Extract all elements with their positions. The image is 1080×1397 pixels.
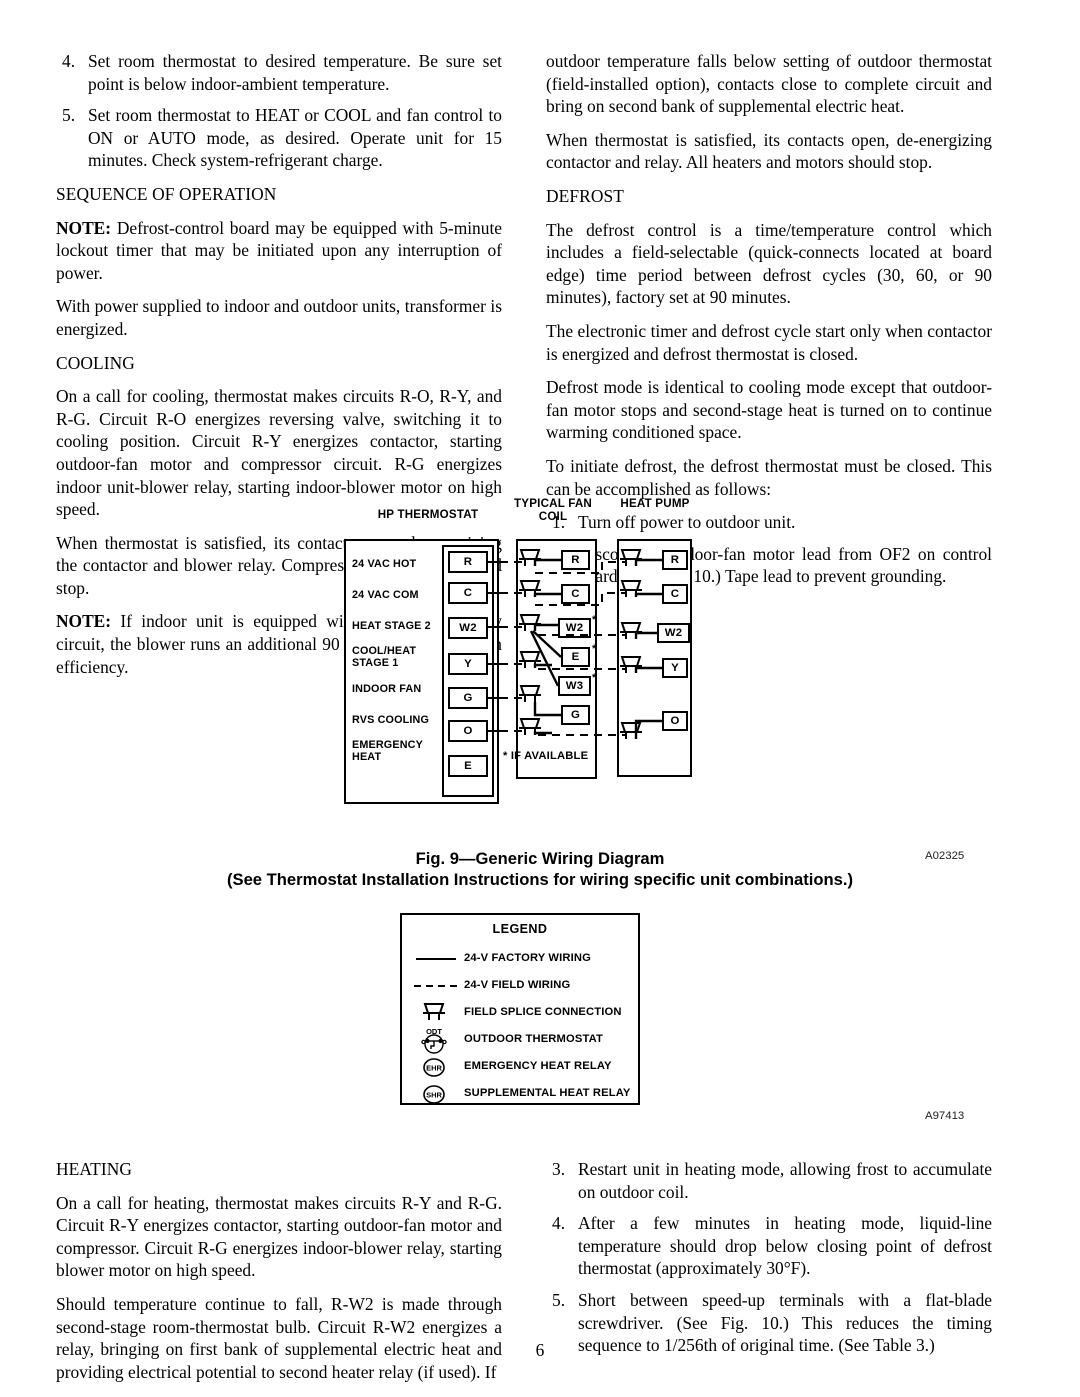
legend-label-emergency-heat-relay: EMERGENCY HEAT RELAY [464, 1060, 612, 1072]
legend-row-field-wiring: 24-V FIELD WIRING [402, 973, 638, 1000]
heading-defrost: DEFROST [546, 185, 625, 206]
outdoor-thermostat-icon: ODT [410, 1027, 462, 1054]
legend-row-outdoor-thermostat: ODT OUTDOOR THERMOSTAT [402, 1027, 638, 1054]
document-page: 4. Set room thermostat to desired temper… [0, 0, 1080, 1397]
note-paragraph-1: NOTE: Defrost-control board may be equip… [56, 217, 502, 285]
right-column-bottom: 3. Restart unit in heating mode, allowin… [546, 1158, 992, 1368]
legend-row-factory-wiring: 24-V FACTORY WIRING [402, 946, 638, 973]
list-item-number: 5. [552, 1289, 566, 1310]
dashed-line-icon [410, 973, 462, 1000]
right-bottom-numbered-list: 3. Restart unit in heating mode, allowin… [546, 1158, 992, 1357]
paragraph-heating-1: On a call for heating, thermostat makes … [56, 1192, 502, 1281]
page-number: 6 [535, 1340, 545, 1360]
emergency-heat-relay-icon: EHR [410, 1054, 462, 1081]
supplemental-heat-relay-icon: SHR [410, 1081, 462, 1108]
list-item-number: 5. [62, 105, 76, 126]
list-item: 3. Restart unit in heating mode, allowin… [546, 1158, 992, 1203]
list-item: 4. Set room thermostat to desired temper… [56, 50, 502, 95]
heading-cooling: COOLING [56, 352, 135, 373]
list-item-number: 4. [552, 1213, 566, 1234]
figure-caption: Fig. 9—Generic Wiring Diagram (See Therm… [0, 848, 1080, 890]
legend-code-a97413: A97413 [925, 1110, 965, 1122]
list-item-text: Set room thermostat to HEAT or COOL and … [88, 105, 502, 171]
figure-9-wiring-diagram: HP THERMOSTAT TYPICAL FAN COIL HEAT PUMP… [0, 495, 1080, 862]
left-top-numbered-list: 4. Set room thermostat to desired temper… [56, 50, 502, 172]
list-item-text: Set room thermostat to desired temperatu… [88, 51, 502, 94]
list-item-text: After a few minutes in heating mode, liq… [578, 1213, 992, 1279]
heading-heating: HEATING [56, 1159, 133, 1179]
paragraph-thermostat-satisfied: When thermostat is satisfied, its contac… [546, 129, 992, 173]
legend-label-factory-wiring: 24-V FACTORY WIRING [464, 952, 591, 964]
legend-title: LEGEND [492, 922, 548, 936]
list-item-number: 4. [62, 51, 76, 71]
legend-label-field-wiring: 24-V FIELD WIRING [464, 979, 571, 991]
list-item: 4. After a few minutes in heating mode, … [546, 1212, 992, 1280]
legend-box: LEGEND 24-V FACTORY WIRING 24-V FIELD WI… [400, 913, 640, 1105]
diagram-canvas: HP THERMOSTAT TYPICAL FAN COIL HEAT PUMP… [330, 495, 720, 825]
legend-label-outdoor-thermostat: OUTDOOR THERMOSTAT [464, 1033, 604, 1045]
legend-label-supplemental-heat-relay: SUPPLEMENTAL HEAT RELAY [464, 1087, 631, 1099]
svg-text:SHR: SHR [426, 1091, 442, 1100]
figure-caption-line-2: (See Thermostat Installation Instruction… [226, 870, 854, 889]
svg-text:EHR: EHR [426, 1064, 442, 1073]
paragraph-electronic-timer: The electronic timer and defrost cycle s… [546, 320, 992, 364]
paragraph-outdoor-temperature: outdoor temperature falls below setting … [546, 51, 992, 117]
legend-row-supplemental-heat-relay: SHR SUPPLEMENTAL HEAT RELAY [402, 1081, 638, 1108]
legend-label-field-splice: FIELD SPLICE CONNECTION [464, 1006, 622, 1018]
field-splice-icon [410, 1000, 462, 1027]
legend-row-field-splice: FIELD SPLICE CONNECTION [402, 1000, 638, 1027]
paragraph-initiate-defrost: To initiate defrost, the defrost thermos… [546, 455, 992, 499]
paragraph-defrost-control: The defrost control is a time/temperatur… [546, 219, 992, 308]
list-item-number: 3. [552, 1159, 566, 1179]
heading-sequence-of-operation: SEQUENCE OF OPERATION [56, 183, 277, 204]
paragraph-defrost-mode: Defrost mode is identical to cooling mod… [546, 377, 992, 443]
note-text: Defrost-control board may be equipped wi… [56, 217, 502, 283]
solid-line-icon [410, 946, 462, 973]
note-label: NOTE: [56, 217, 112, 238]
paragraph-power-supplied: With power supplied to indoor and outdoo… [56, 296, 502, 339]
wiring-connections [488, 549, 662, 740]
legend-row-emergency-heat-relay: EHR EMERGENCY HEAT RELAY [402, 1054, 638, 1081]
list-item-text: Restart unit in heating mode, allowing f… [578, 1159, 992, 1202]
figure-caption-line-1: Fig. 9—Generic Wiring Diagram [415, 849, 665, 868]
list-item: 5. Set room thermostat to HEAT or COOL a… [56, 104, 502, 172]
paragraph-heating-2: Should temperature continue to fall, R-W… [56, 1293, 502, 1382]
